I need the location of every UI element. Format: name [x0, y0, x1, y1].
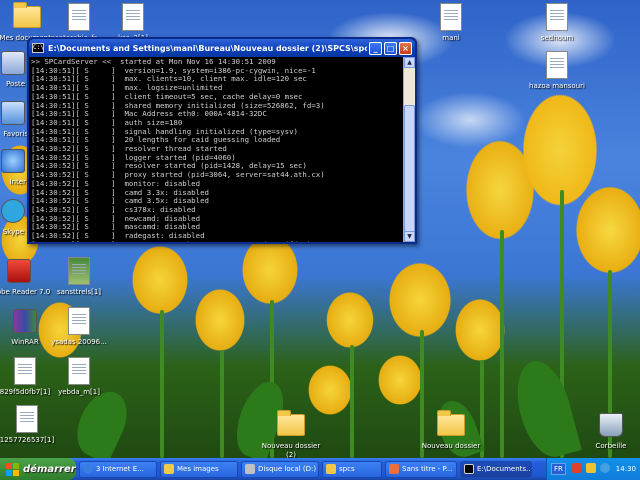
desktop-icon-hazoa-mansouri[interactable]: hazoa mansouri	[522, 50, 592, 91]
taskbar-item-paint[interactable]: Sans titre - P...	[385, 460, 457, 478]
recycle-bin-icon	[596, 410, 626, 440]
start-button-label: démarrer	[23, 463, 76, 475]
adobe-reader-icon	[4, 256, 34, 286]
document-icon	[542, 2, 572, 32]
image-file-icon	[64, 256, 94, 286]
desktop-icon-ysadas[interactable]: ysadas 20096...	[44, 306, 114, 347]
console-window[interactable]: C:\ E:\Documents and Settings\mani\Burea…	[27, 37, 417, 244]
tulip-leaf	[508, 355, 582, 463]
network-icon[interactable]	[600, 463, 611, 473]
document-icon	[10, 356, 40, 386]
taskbar-item-internet-explorer[interactable]: 3 Internet E...	[79, 460, 157, 478]
console-line: [14:30:52][ p 001 ] proxy sat44.ath.cx:1…	[31, 240, 401, 242]
taskbar: démarrer 3 Internet E... Mes images Disq…	[0, 458, 640, 480]
system-tray: FR 14:30	[546, 458, 640, 480]
desktop-icon-sansttrels[interactable]: sansttrels[1]	[44, 256, 114, 297]
close-button[interactable]: ×	[399, 41, 412, 55]
command-prompt-icon	[464, 464, 474, 474]
folder-icon	[326, 464, 336, 474]
clock[interactable]: 14:30	[616, 465, 636, 473]
document-icon	[64, 306, 94, 336]
internet-explorer-icon	[0, 146, 28, 176]
computer-icon	[0, 48, 28, 78]
taskbar-item-console[interactable]: E:\Documents...	[460, 460, 532, 478]
folder-icon	[12, 2, 42, 32]
taskbar-item-disque-local[interactable]: Disque local (D:)	[241, 460, 319, 478]
document-icon	[436, 2, 466, 32]
windows-logo-icon	[6, 462, 19, 476]
console-title: E:\Documents and Settings\mani\Bureau\No…	[48, 43, 367, 53]
volume-icon[interactable]	[585, 463, 596, 473]
tulip-stem	[500, 230, 504, 458]
document-icon	[12, 404, 42, 434]
desktop-icon-yebda[interactable]: yebda_m[1]	[44, 356, 114, 397]
desktop-icon-mani[interactable]: mani	[416, 2, 486, 43]
tulip-stem	[220, 350, 224, 458]
vertical-scrollbar[interactable]: ▲ ▼	[403, 57, 415, 242]
drive-icon	[245, 464, 255, 474]
desktop-icon-1257726537[interactable]: 1257726537[1]	[0, 404, 62, 445]
console-title-bar[interactable]: C:\ E:\Documents and Settings\mani\Burea…	[29, 39, 415, 57]
document-icon	[118, 2, 148, 32]
taskbar-item-spcs[interactable]: spcs	[322, 460, 382, 478]
console-body[interactable]: >> SPCardServer << started at Mon Nov 16…	[29, 57, 415, 242]
desktop-icon-sedhoum[interactable]: sedhoum	[522, 2, 592, 43]
antivirus-icon[interactable]	[571, 463, 582, 473]
maximize-button[interactable]: □	[384, 41, 397, 55]
scroll-down-button[interactable]: ▼	[404, 231, 415, 242]
language-indicator[interactable]: FR	[551, 463, 566, 475]
star-icon	[0, 98, 28, 128]
desktop-icon-corbeille[interactable]: Corbeille	[576, 410, 640, 451]
tulip-stem	[350, 345, 354, 458]
minimize-button[interactable]: _	[369, 41, 382, 55]
start-button[interactable]: démarrer	[0, 458, 76, 480]
folder-icon	[276, 410, 306, 440]
document-icon	[64, 2, 94, 32]
folder-icon	[436, 410, 466, 440]
taskbar-item-mes-images[interactable]: Mes images	[160, 460, 238, 478]
desktop-icon-nouveau-dossier-2[interactable]: Nouveau dossier (2)	[256, 410, 326, 460]
winrar-icon	[10, 306, 40, 336]
paint-icon	[389, 464, 399, 474]
console-output[interactable]: >> SPCardServer << started at Mon Nov 16…	[29, 57, 403, 242]
command-prompt-icon[interactable]: C:\	[32, 43, 44, 53]
document-icon	[542, 50, 572, 80]
document-icon	[64, 356, 94, 386]
folder-icon	[164, 464, 174, 474]
tulip-stem	[160, 310, 164, 458]
internet-explorer-icon	[83, 464, 93, 474]
scroll-up-button[interactable]: ▲	[404, 57, 415, 68]
scrollbar-thumb[interactable]	[404, 105, 415, 235]
skype-icon	[0, 196, 28, 226]
desktop-icon-nouveau-dossier[interactable]: Nouveau dossier	[416, 410, 486, 451]
